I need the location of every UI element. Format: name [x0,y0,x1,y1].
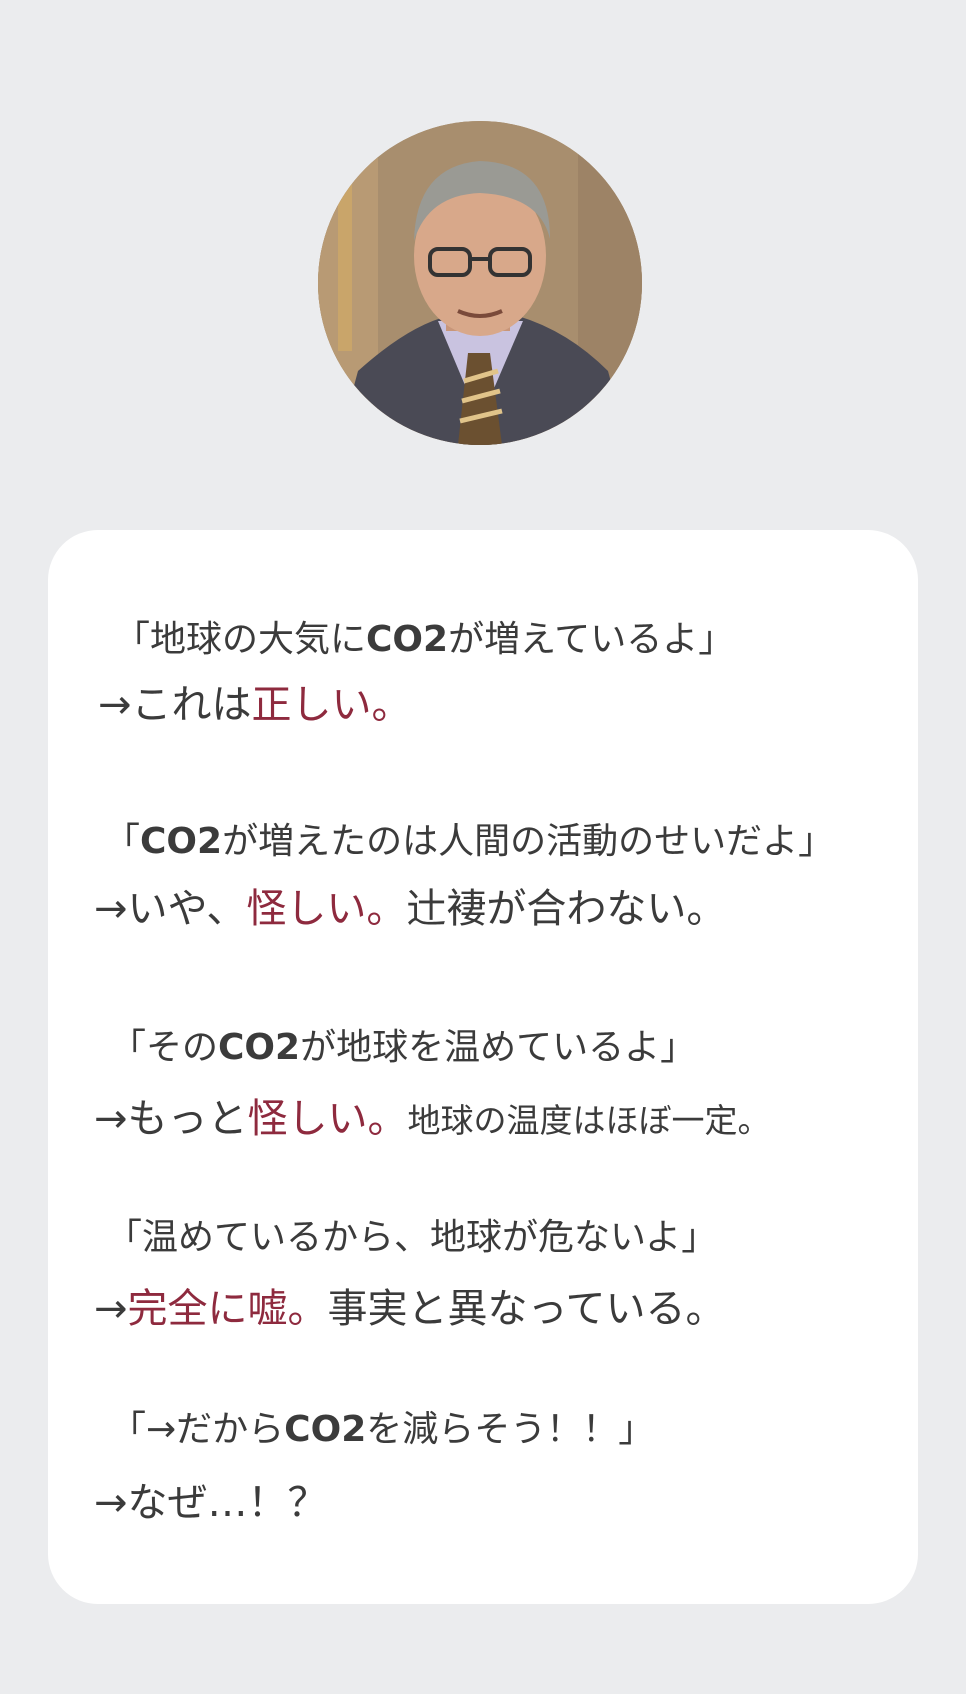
portrait-photo [318,121,642,445]
claim-3: 「そのCO2が地球を温めているよ」 [110,1027,697,1068]
claim-4: 「温めているから、地球が危ないよ」 [106,1217,718,1258]
verdict-2: →いや、怪しい。辻褄が合わない。 [94,886,727,932]
claim-5: 「→だからCO2を減らそう！！」 [110,1409,655,1450]
statements-card: 「地球の大気にCO2が増えているよ」 →これは正しい。 「CO2が増えたのは人間… [48,530,918,1604]
verdict-3: →もっと怪しい。地球の温度はほぼ一定。 [94,1096,771,1142]
verdict-5: →なぜ…！？ [94,1480,328,1526]
claim-2: 「CO2が増えたのは人間の活動のせいだよ」 [104,821,835,862]
verdict-4: →完全に嘘。事実と異なっている。 [94,1286,726,1332]
verdict-1: →これは正しい。 [98,682,412,728]
avatar [318,121,642,445]
claim-1: 「地球の大気にCO2が増えているよ」 [114,619,735,660]
